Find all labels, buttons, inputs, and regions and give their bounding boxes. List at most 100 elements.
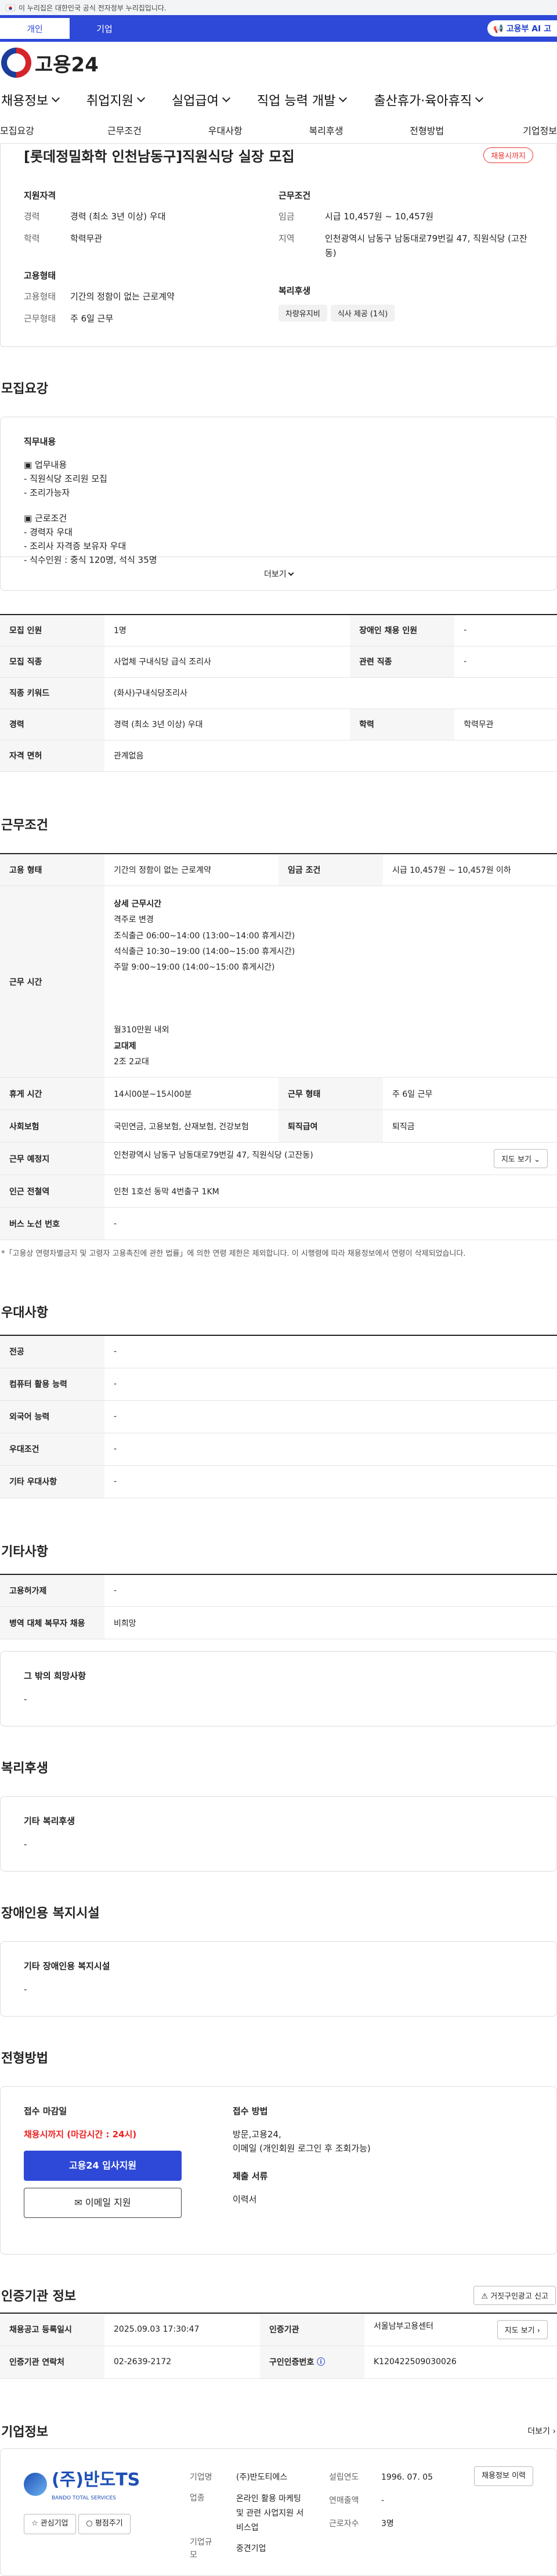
recruit-table: 모집 인원 1명 장애인 채용 인원 - 모집 직종 사업체 구내식당 급식 조리사 관련… [0,614,557,772]
info-icon[interactable]: ⓘ [317,2358,325,2367]
main-nav: 채용정보 취업지원 실업급여 직업 능력 개발 출산휴가·육아휴직 [0,84,557,116]
emptype-value: 기간의 정함이 없는 근로계약 [70,291,175,302]
chevron-down-icon [475,93,484,103]
duty-line: - 직원식당 조리원 모집 [24,474,107,484]
site-logo[interactable]: 고용24 [35,49,99,77]
nav-label: 채용정보 [1,94,48,109]
tab-preferences[interactable]: 우대사항 [175,123,276,137]
table-row: 모집 직종 사업체 구내식당 급식 조리사 관련 직종 - [0,646,557,678]
cert-map-button[interactable]: 지도 보기 › [497,2320,548,2339]
company-more-link[interactable]: 더보기 › [527,2425,556,2437]
deadline-value: 채용시까지 (마감시간 : 24시) [24,2129,137,2140]
nav-parental-leave[interactable]: 출산휴가·육아휴직 [374,91,484,109]
email-apply-label: 이메일 지원 [85,2197,131,2209]
cell-key: 관련 직종 [350,646,455,678]
company-logo-icon [24,2472,47,2496]
duty-line: ▣ 근로조건 [24,513,67,523]
table-row: 근무 시간 상세 근무시간 격주로 변경 조식출근 06:00~14:00 (13:0… [0,886,557,1078]
time-line: 상세 근무시간 [114,899,162,909]
duty-box: 직무내용 ▣ 업무내용 - 직원식당 조리원 모집 - 조리가능자 ▣ 근로조건 - 경… [0,417,557,565]
cell-key: 우대조건 [0,1433,104,1466]
table-row: 근로자수 3명 [180,2513,474,2536]
company-logo-name: (주)반도TS [52,2469,140,2490]
welfare-chip: 식사 제공 (1식) [330,304,395,321]
tab-company[interactable]: 기업 [70,18,139,39]
cell-key: 근무 예정지 [0,1142,104,1175]
tab-recruit[interactable]: 모집요강 [0,123,74,137]
duty-line: - 조리가능자 [24,487,70,498]
table-row: 고용 형태 기간의 정함이 없는 근로계약 임금 조건 시급 10,457원 ~ 10… [0,853,557,886]
cell-value: - [381,2496,385,2506]
cell-value: 관계없음 [104,740,557,772]
cell-value: - [104,1433,557,1466]
company-heading: 기업정보 [1,2425,48,2440]
history-button[interactable]: 채용정보 이력 [474,2466,533,2487]
nav-unemployment[interactable]: 실업급여 [172,91,230,109]
fav-company-button[interactable]: ☆ 관심기업 [24,2513,76,2534]
fav-label: 관심기업 [40,2519,68,2528]
cert-table: 채용공고 등록일시 2025.09.03 17:30:47 인증기관 서울남부고용센터… [0,2313,557,2379]
cell-key: 버스 노선 번호 [0,1207,104,1240]
map-button-label: 지도 보기 [501,1155,531,1164]
job-title: [롯데정밀화학 인천남동구]직원식당 실장 모집 [24,148,295,165]
cell-value: 02-2639-2172 [104,2346,260,2379]
other-wish-label: 그 밖의 희망사항 [24,1671,86,1681]
chevron-down-icon: ⌄ [534,1155,540,1164]
time-line: 격주로 변경 [114,915,154,925]
gov-banner: 이 누리집은 대한민국 공식 전자정부 누리집입니다. [0,0,557,15]
recruit-heading: 모집요강 [1,382,48,396]
career-value: 경력 (최소 3년 이상) 우대 [70,211,166,222]
tab-personal[interactable]: 개인 [0,18,70,39]
duty-lines: ▣ 업무내용 - 직원식당 조리원 모집 - 조리가능자 ▣ 근로조건 - 경력자 우대… [24,458,533,567]
area-value: 인천광역시 남동구 남동대로79번길 47, 직원식당 (고잔동) [325,233,527,259]
tab-selection[interactable]: 전형방법 [377,123,478,137]
rate-button[interactable]: ○ 평점주기 [78,2513,131,2534]
cell-value: - [104,1335,557,1368]
cell-value: - [104,1368,557,1401]
table-row: 기타 우대사항 - [0,1465,557,1498]
time-line: 석식출근 10:30~19:00 (14:00~15:00 휴게시간) [114,946,295,956]
tab-conditions[interactable]: 근무조건 [74,123,175,137]
cell-key: 외국어 능력 [0,1400,104,1433]
cell-key: 모집 직종 [0,646,104,678]
tab-company-info[interactable]: 기업정보 [478,123,557,137]
cell-value: - [104,1207,557,1240]
docs-value: 이력서 [233,2194,257,2205]
cell-value: 3명 [381,2519,394,2529]
nav-training[interactable]: 직업 능력 개발 [257,91,348,109]
tab-welfare[interactable]: 복리후생 [276,123,377,137]
report-button[interactable]: ⚠ 거짓구인광고 신고 [473,2285,556,2305]
cell-key: 퇴직급여 [278,1110,383,1143]
cell-key: 인증기관 [259,2313,364,2346]
cell-value: (주)반도티에스 [236,2473,288,2483]
work-location: 인천광역시 남동구 남동대로79번길 47, 직원식당 (고잔동) [114,1151,313,1160]
cell-value: 14시00분~15시00분 [104,1077,278,1110]
cond-heading: 근무조건 [278,190,311,201]
cell-value: 국민연금, 고용보험, 산재보험, 건강보험 [104,1110,278,1143]
cell-value: - [454,615,557,646]
time-line [114,1007,548,1023]
star-icon: ☆ [31,2519,41,2528]
table-row: 자격 면허 관계없음 [0,740,557,772]
duty-label: 직무내용 [24,436,56,447]
cell-value: 기간의 정함이 없는 근로계약 [104,853,278,886]
table-row: 근무 예정지 인천광역시 남동구 남동대로79번길 47, 직원식당 (고잔동) 지… [0,1142,557,1175]
apply-box: 접수 마감일 채용시까지 (마감시간 : 24시) 고용24 입사지원 ✉ 이메… [0,2086,557,2255]
email-apply-button[interactable]: ✉ 이메일 지원 [24,2188,182,2218]
map-button[interactable]: 지도 보기 ⌄ [493,1149,548,1168]
nav-label: 취업지원 [86,94,133,109]
cell-key: 병역 대체 복무자 채용 [0,1606,104,1639]
nav-jobs[interactable]: 채용정보 [1,91,60,109]
table-row: 컴퓨터 활용 능력 - [0,1368,557,1401]
deadline-badge: 채용시까지 [483,147,533,163]
table-row: 전공 - [0,1335,557,1368]
site-header: 고용24 [0,42,557,84]
apply-button[interactable]: 고용24 입사지원 [24,2151,182,2181]
wage-key: 임금 [278,211,295,222]
nav-employment-support[interactable]: 취업지원 [86,91,146,109]
cell-value: 비희망 [104,1606,557,1639]
edu-key: 학력 [24,233,40,244]
moel-ai-link[interactable]: 📢 고용부 AI 고 [487,20,557,37]
cell-value: 시급 10,457원 ~ 10,457원 이하 [383,853,557,886]
cell-key: 사회보험 [0,1110,104,1143]
